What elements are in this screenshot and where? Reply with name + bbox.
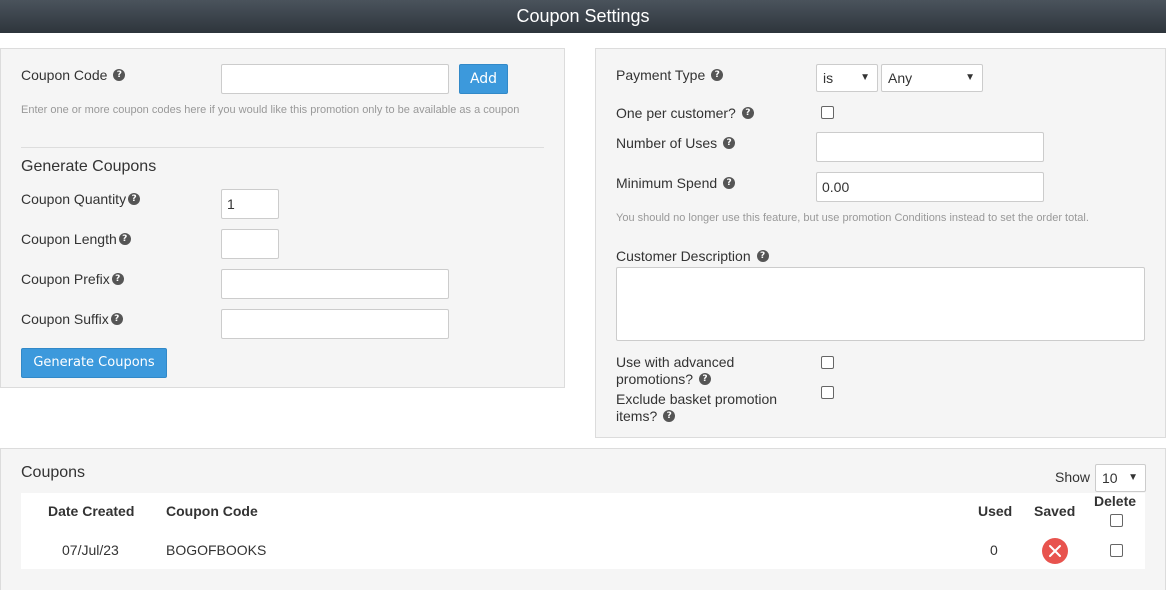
coupon-prefix-input[interactable]: [221, 269, 449, 299]
promotion-options-panel: Payment Type? is ▼ Any ▼ One per customer?…: [595, 48, 1166, 438]
page-header: Coupon Settings: [0, 0, 1166, 33]
help-icon[interactable]: ?: [111, 273, 124, 286]
exclude-basket-label: Exclude basket promotion items??: [616, 391, 778, 424]
minimum-spend-hint: You should no longer use this feature, b…: [616, 212, 1089, 224]
coupon-suffix-input[interactable]: [221, 309, 449, 339]
page-title: Coupon Settings: [516, 6, 650, 26]
row-used: 0: [990, 542, 998, 558]
show-label: Show: [1055, 469, 1091, 485]
help-icon[interactable]: ?: [110, 313, 123, 326]
row-date-created: 07/Jul/23: [62, 542, 119, 558]
payment-type-label: Payment Type?: [616, 67, 724, 83]
coupons-title: Coupons: [21, 464, 86, 481]
help-icon[interactable]: ?: [663, 410, 676, 423]
row-coupon-code: BOGOFBOOKS: [166, 542, 267, 558]
coupons-table: Date Created Coupon Code Used Saved Dele…: [21, 493, 1145, 569]
row-delete-checkbox[interactable]: [1110, 544, 1123, 557]
use-advanced-label: Use with advanced promotions??: [616, 354, 735, 387]
help-icon[interactable]: ?: [699, 373, 712, 386]
help-icon[interactable]: ?: [723, 177, 736, 190]
add-coupon-button[interactable]: Add: [459, 64, 508, 94]
caret-down-icon: ▼: [965, 72, 975, 83]
number-of-uses-label: Number of Uses?: [616, 135, 736, 151]
one-per-customer-checkbox[interactable]: [821, 106, 834, 119]
minimum-spend-input[interactable]: [816, 172, 1044, 202]
exclude-basket-checkbox[interactable]: [821, 386, 834, 399]
generate-coupons-heading: Generate Coupons: [21, 158, 157, 175]
column-header-used[interactable]: Used: [978, 503, 1012, 519]
help-icon[interactable]: ?: [723, 137, 736, 150]
use-advanced-checkbox[interactable]: [821, 356, 834, 369]
number-of-uses-input[interactable]: [816, 132, 1044, 162]
column-header-delete[interactable]: Delete: [1094, 493, 1136, 509]
coupon-code-panel: Coupon Code? Add Enter one or more coupo…: [0, 48, 565, 388]
column-header-saved[interactable]: Saved: [1034, 503, 1075, 519]
help-icon[interactable]: ?: [711, 69, 724, 82]
one-per-customer-label: One per customer??: [616, 105, 754, 121]
help-icon[interactable]: ?: [128, 193, 141, 206]
payment-type-operator-select[interactable]: is ▼: [816, 64, 878, 92]
customer-description-textarea[interactable]: [616, 267, 1145, 341]
help-icon[interactable]: ?: [756, 250, 769, 263]
minimum-spend-label: Minimum Spend?: [616, 175, 736, 191]
page-size-select[interactable]: 10 ▼: [1095, 464, 1146, 492]
coupon-length-label: Coupon Length?: [21, 231, 131, 247]
help-icon[interactable]: ?: [118, 233, 131, 246]
section-divider: [21, 147, 544, 148]
caret-down-icon: ▼: [1128, 472, 1138, 483]
coupon-code-hint: Enter one or more coupon codes here if y…: [21, 104, 520, 116]
coupon-quantity-input[interactable]: [221, 189, 279, 219]
column-header-date-created[interactable]: Date Created: [48, 503, 134, 519]
coupon-length-input[interactable]: [221, 229, 279, 259]
column-header-coupon-code[interactable]: Coupon Code: [166, 503, 258, 519]
coupon-prefix-label: Coupon Prefix?: [21, 271, 124, 287]
select-all-delete-checkbox[interactable]: [1110, 514, 1123, 527]
coupon-code-input[interactable]: [221, 64, 449, 94]
coupon-code-label: Coupon Code?: [21, 67, 126, 83]
payment-type-select[interactable]: Any ▼: [881, 64, 983, 92]
generate-coupons-button[interactable]: Generate Coupons: [21, 348, 167, 378]
coupon-quantity-label: Coupon Quantity?: [21, 191, 141, 207]
caret-down-icon: ▼: [860, 72, 870, 83]
coupon-suffix-label: Coupon Suffix?: [21, 311, 123, 327]
customer-description-label: Customer Description?: [616, 248, 769, 264]
help-icon[interactable]: ?: [113, 69, 126, 82]
x-circle-icon: [1042, 538, 1068, 564]
help-icon[interactable]: ?: [741, 107, 754, 120]
